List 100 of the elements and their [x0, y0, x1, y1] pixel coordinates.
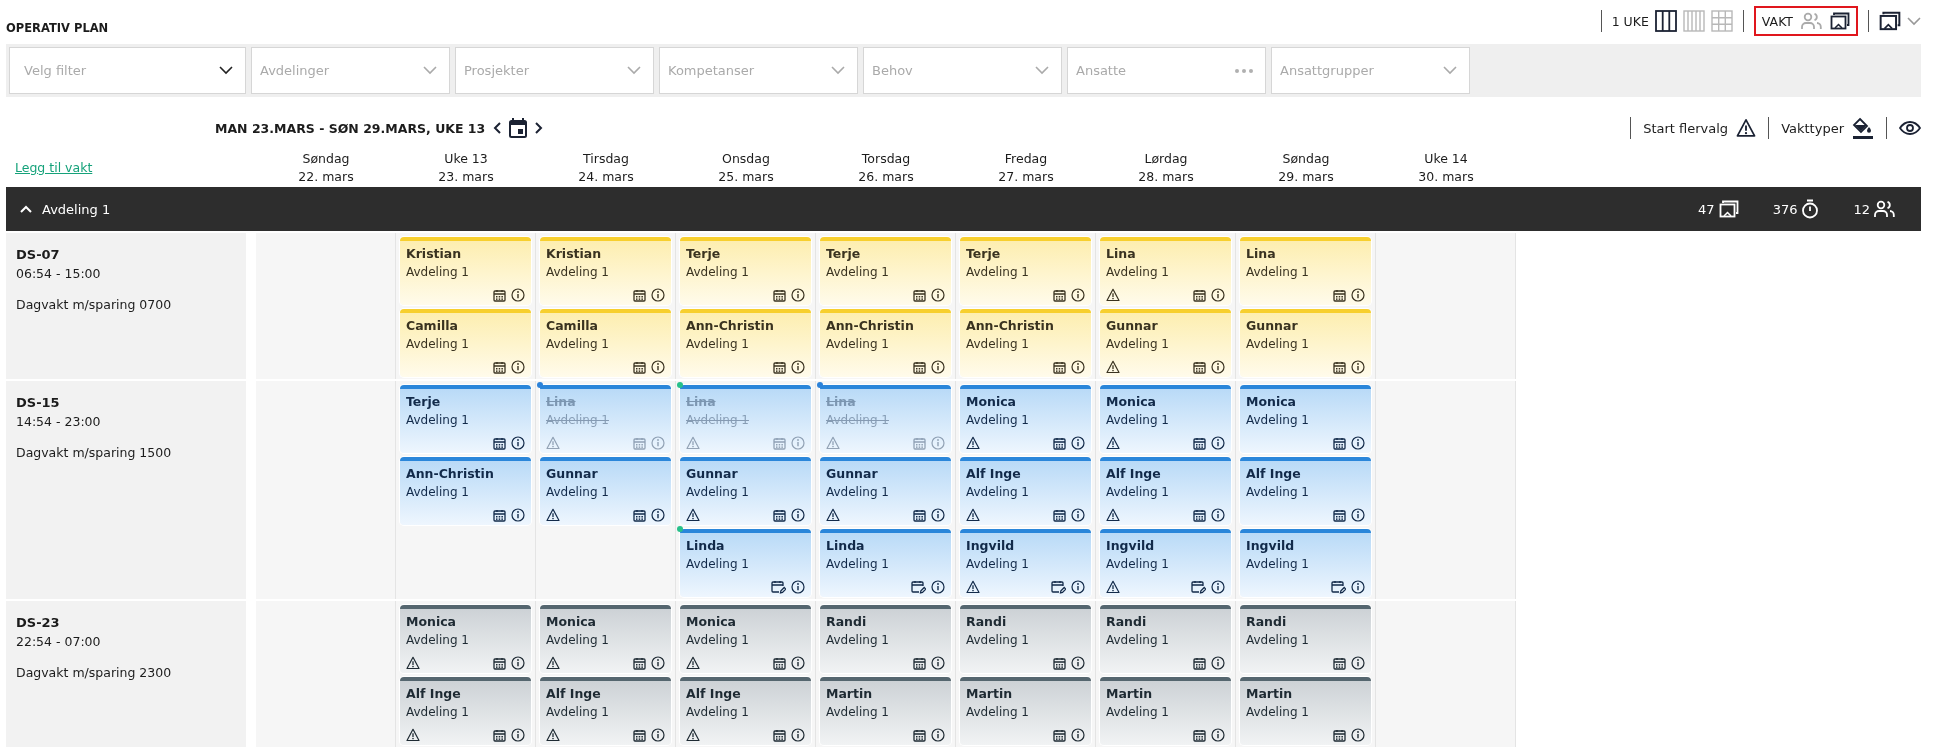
shift-card[interactable]: Ann-Christin Avdeling 1: [680, 309, 811, 377]
info-icon[interactable]: [651, 508, 665, 522]
info-icon[interactable]: [1071, 436, 1085, 450]
info-icon[interactable]: [931, 360, 945, 374]
shift-card[interactable]: Lina Avdeling 1: [1100, 237, 1231, 305]
calendar-icon[interactable]: [773, 508, 786, 522]
calendar-icon[interactable]: [1053, 436, 1066, 450]
shift-card[interactable]: Alf Inge Avdeling 1: [1100, 457, 1231, 525]
shift-card[interactable]: Alf Inge Avdeling 1: [1240, 457, 1371, 525]
shift-card[interactable]: Terje Avdeling 1: [400, 385, 531, 453]
info-icon[interactable]: [931, 580, 945, 594]
schedule-cell[interactable]: Randi Avdeling 1 Martin Avdeling 1: [1096, 601, 1236, 747]
calendar-icon[interactable]: [1333, 508, 1346, 522]
shift-card[interactable]: Gunnar Avdeling 1: [1240, 309, 1371, 377]
info-icon[interactable]: [931, 728, 945, 742]
calendar-icon[interactable]: [773, 728, 786, 742]
info-icon[interactable]: [651, 728, 665, 742]
calendar-icon[interactable]: [773, 656, 786, 670]
calendar-icon[interactable]: [1333, 436, 1346, 450]
shift-types-button[interactable]: [1852, 117, 1874, 139]
info-icon[interactable]: [1211, 360, 1225, 374]
schedule-cell[interactable]: Lina Avdeling 1 Gunnar Avdeling 1: [536, 381, 676, 599]
shift-card[interactable]: Camilla Avdeling 1: [540, 309, 671, 377]
info-icon[interactable]: [1351, 360, 1365, 374]
shift-card[interactable]: Martin Avdeling 1: [1240, 677, 1371, 745]
schedule-cell[interactable]: Kristian Avdeling 1 Camilla Avdeling 1: [396, 233, 536, 379]
shift-card[interactable]: Alf Inge Avdeling 1: [960, 457, 1091, 525]
info-icon[interactable]: [511, 360, 525, 374]
info-icon[interactable]: [1071, 580, 1085, 594]
shift-card[interactable]: Lina Avdeling 1: [1240, 237, 1371, 305]
shift-card[interactable]: Martin Avdeling 1: [960, 677, 1091, 745]
info-icon[interactable]: [931, 288, 945, 302]
calendar-icon[interactable]: [1193, 656, 1206, 670]
calendar-icon[interactable]: [1193, 436, 1206, 450]
shift-card[interactable]: Martin Avdeling 1: [1100, 677, 1231, 745]
calendar-icon[interactable]: [1333, 288, 1346, 302]
info-icon[interactable]: [791, 728, 805, 742]
calendar-icon[interactable]: [493, 656, 506, 670]
info-icon[interactable]: [1351, 436, 1365, 450]
calendar-pencil-icon[interactable]: [1331, 580, 1346, 594]
calendar-icon[interactable]: [493, 288, 506, 302]
schedule-cell[interactable]: Randi Avdeling 1 Martin Avdeling 1: [956, 601, 1096, 747]
schedule-cell[interactable]: [1376, 233, 1516, 379]
info-icon[interactable]: [1211, 580, 1225, 594]
schedule-cell[interactable]: Lina Avdeling 1 Gunnar Avdeling 1 Linda Avdeling 1: [676, 381, 816, 599]
calendar-icon[interactable]: [633, 360, 646, 374]
info-icon[interactable]: [1211, 728, 1225, 742]
info-icon[interactable]: [791, 656, 805, 670]
schedule-cell[interactable]: [256, 381, 396, 599]
calendar-icon[interactable]: [1193, 360, 1206, 374]
info-icon[interactable]: [511, 508, 525, 522]
shift-card[interactable]: Alf Inge Avdeling 1: [680, 677, 811, 745]
info-icon[interactable]: [1351, 728, 1365, 742]
info-icon[interactable]: [1071, 656, 1085, 670]
info-icon[interactable]: [791, 360, 805, 374]
calendar-icon[interactable]: [1333, 728, 1346, 742]
info-icon[interactable]: [791, 288, 805, 302]
calendar-icon[interactable]: [1053, 728, 1066, 742]
info-icon[interactable]: [1351, 508, 1365, 522]
calendar-icon[interactable]: [1053, 288, 1066, 302]
info-icon[interactable]: [1071, 288, 1085, 302]
calendar-icon[interactable]: [493, 436, 506, 450]
shift-card[interactable]: Monica Avdeling 1: [1240, 385, 1371, 453]
calendar-icon[interactable]: [913, 288, 926, 302]
shift-card[interactable]: Gunnar Avdeling 1: [820, 457, 951, 525]
info-icon[interactable]: [511, 436, 525, 450]
calendar-pencil-icon[interactable]: [771, 580, 786, 594]
calendar-icon[interactable]: [1333, 656, 1346, 670]
info-icon[interactable]: [1071, 508, 1085, 522]
info-icon[interactable]: [791, 508, 805, 522]
shift-card[interactable]: Linda Avdeling 1: [820, 529, 951, 597]
schedule-cell[interactable]: Terje Avdeling 1 Ann-Christin Avdeling 1: [956, 233, 1096, 379]
calendar-icon[interactable]: [1053, 360, 1066, 374]
info-icon[interactable]: [511, 656, 525, 670]
schedule-cell[interactable]: Terje Avdeling 1 Ann-Christin Avdeling 1: [396, 381, 536, 599]
schedule-cell[interactable]: Monica Avdeling 1 Alf Inge Avdeling 1 Ingvild Avdeling 1: [956, 381, 1096, 599]
calendar-icon[interactable]: [1053, 508, 1066, 522]
shift-card[interactable]: Terje Avdeling 1: [820, 237, 951, 305]
calendar-icon[interactable]: [633, 288, 646, 302]
calendar-icon[interactable]: [633, 656, 646, 670]
schedule-cell[interactable]: Lina Avdeling 1 Gunnar Avdeling 1: [1236, 233, 1376, 379]
group-header[interactable]: Avdeling 1 47 376 12: [6, 187, 1921, 231]
calendar-icon[interactable]: [1053, 656, 1066, 670]
info-icon[interactable]: [1071, 360, 1085, 374]
shift-card[interactable]: Ingvild Avdeling 1: [960, 529, 1091, 597]
schedule-cell[interactable]: Monica Avdeling 1 Alf Inge Avdeling 1 Ingvild Avdeling 1: [1236, 381, 1376, 599]
calendar-icon[interactable]: [1193, 728, 1206, 742]
schedule-cell[interactable]: Terje Avdeling 1 Ann-Christin Avdeling 1: [816, 233, 956, 379]
schedule-cell[interactable]: Terje Avdeling 1 Ann-Christin Avdeling 1: [676, 233, 816, 379]
calendar-icon[interactable]: [493, 728, 506, 742]
shift-card[interactable]: Gunnar Avdeling 1: [540, 457, 671, 525]
shift-card[interactable]: Camilla Avdeling 1: [400, 309, 531, 377]
info-icon[interactable]: [1351, 288, 1365, 302]
shift-card[interactable]: Randi Avdeling 1: [1240, 605, 1371, 673]
schedule-cell[interactable]: Randi Avdeling 1 Martin Avdeling 1: [1236, 601, 1376, 747]
shift-card[interactable]: Kristian Avdeling 1: [400, 237, 531, 305]
calendar-pencil-icon[interactable]: [1191, 580, 1206, 594]
calendar-icon[interactable]: [1333, 360, 1346, 374]
calendar-icon[interactable]: [493, 360, 506, 374]
info-icon[interactable]: [1351, 580, 1365, 594]
